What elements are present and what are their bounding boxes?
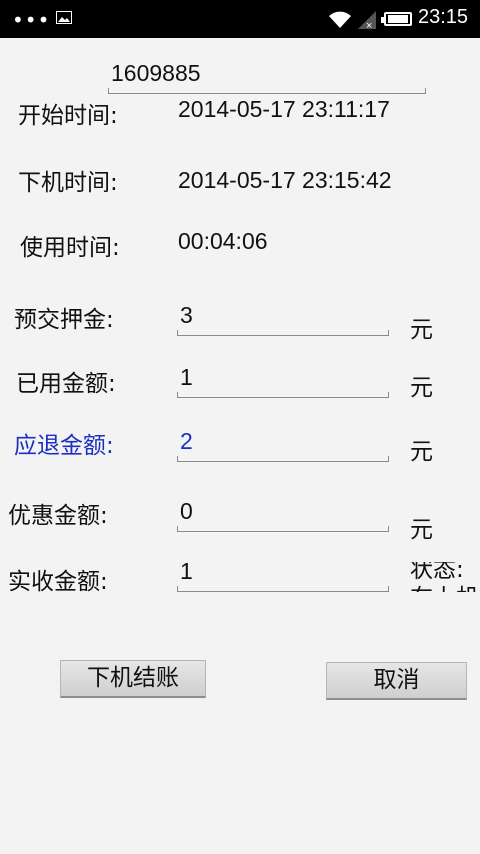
refund-value: 2 xyxy=(180,428,193,454)
discount-unit: 元 xyxy=(410,517,433,543)
deposit-value: 3 xyxy=(180,302,193,328)
signal-no-service-icon: × xyxy=(358,11,376,30)
checkout-button[interactable]: 下机结账 xyxy=(60,660,206,698)
discount-value: 0 xyxy=(180,498,193,524)
start-time-value: 2014-05-17 23:11:17 xyxy=(178,96,390,122)
deposit-label: 预交押金: xyxy=(14,307,114,333)
svg-text:×: × xyxy=(366,20,372,30)
refund-unit: 元 xyxy=(410,439,433,465)
battery-icon xyxy=(381,12,412,26)
image-notification-icon xyxy=(56,11,72,24)
wifi-icon xyxy=(329,11,351,28)
deposit-unit: 元 xyxy=(410,317,433,343)
end-time-label: 下机时间: xyxy=(18,170,118,196)
received-amount-value: 1 xyxy=(180,558,193,584)
discount-label: 优惠金额: xyxy=(8,503,108,529)
status-text-clipped: 状态: 在上机 xyxy=(410,562,480,592)
machine-id-field[interactable]: 1609885 xyxy=(108,60,426,94)
deposit-field[interactable]: 3 xyxy=(177,302,389,336)
used-amount-value: 1 xyxy=(180,364,193,390)
used-amount-label: 已用金额: xyxy=(16,371,116,397)
start-time-label: 开始时间: xyxy=(18,103,118,129)
end-time-value: 2014-05-17 23:15:42 xyxy=(178,167,392,193)
refund-label: 应退金额: xyxy=(14,433,114,459)
used-amount-field[interactable]: 1 xyxy=(177,364,389,398)
status-bar: ••• × 23:15 xyxy=(0,0,480,38)
status-value: 在上机 xyxy=(410,578,479,592)
received-amount-label: 实收金额: xyxy=(8,569,108,595)
overflow-dots-icon: ••• xyxy=(12,8,51,32)
received-amount-field[interactable]: 1 xyxy=(177,558,389,592)
refund-field[interactable]: 2 xyxy=(177,428,389,462)
clock: 23:15 xyxy=(418,6,469,28)
machine-id-value: 1609885 xyxy=(111,60,201,86)
used-amount-unit: 元 xyxy=(410,375,433,401)
discount-field[interactable]: 0 xyxy=(177,498,389,532)
usage-time-label: 使用时间: xyxy=(20,235,120,261)
usage-time-value: 00:04:06 xyxy=(178,228,268,254)
cancel-button[interactable]: 取消 xyxy=(326,662,467,700)
